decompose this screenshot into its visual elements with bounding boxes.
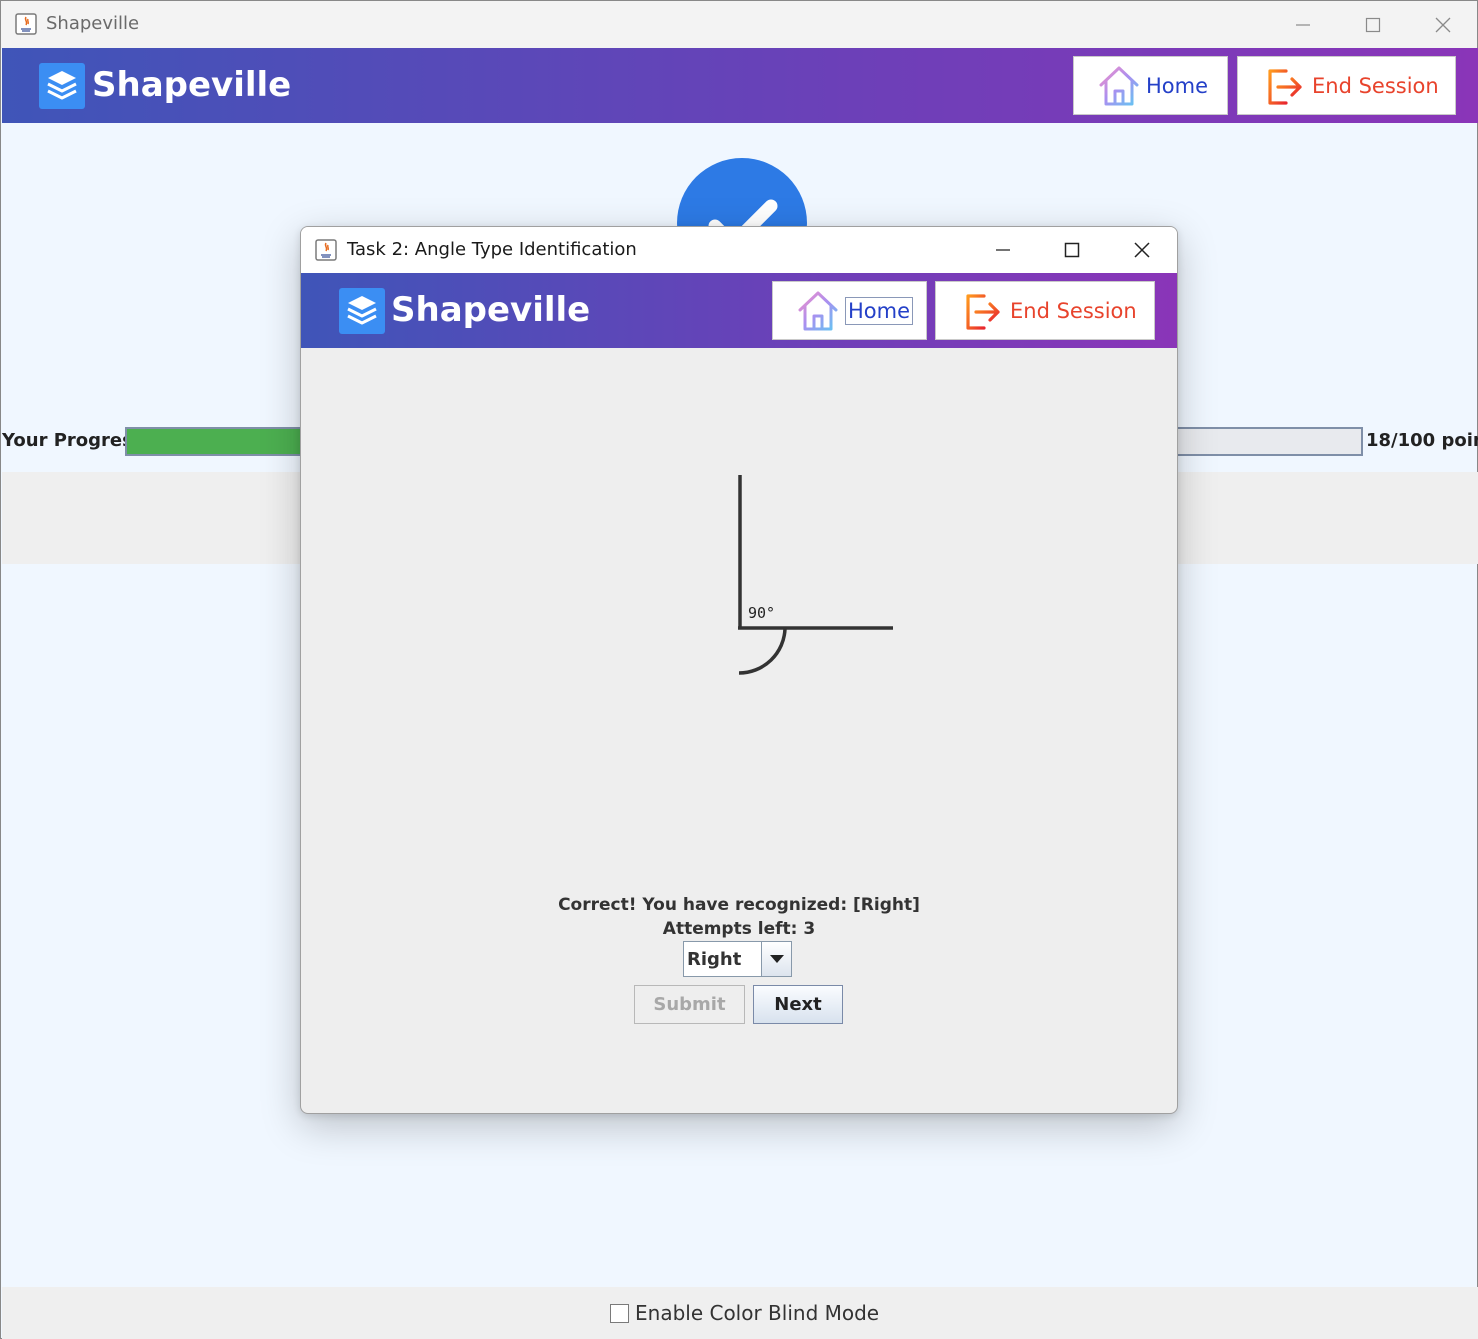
minimize-icon xyxy=(1296,23,1310,26)
next-button[interactable]: Next xyxy=(753,985,843,1024)
minimize-button[interactable] xyxy=(1268,1,1338,48)
color-blind-label[interactable]: Enable Color Blind Mode xyxy=(635,1301,879,1325)
stack-layers-icon xyxy=(39,63,85,109)
dialog-end-session-label: End Session xyxy=(1010,298,1137,323)
dialog-brand-title: Shapeville xyxy=(391,290,591,330)
angle-label: 90° xyxy=(748,604,775,622)
maximize-icon xyxy=(1365,17,1381,32)
java-app-icon xyxy=(15,13,37,35)
home-button[interactable]: Home xyxy=(1073,56,1228,115)
angle-arc xyxy=(738,628,787,675)
java-app-icon xyxy=(315,239,337,261)
points-label: 18/100 points xyxy=(1366,430,1478,451)
submit-button[interactable]: Submit xyxy=(634,985,745,1024)
stack-layers-icon xyxy=(339,288,385,334)
angle-type-selected: Right xyxy=(687,949,742,970)
dialog-home-button[interactable]: Home xyxy=(772,281,927,340)
dialog-home-button-label: Home xyxy=(845,296,914,325)
house-icon xyxy=(1099,66,1139,105)
color-blind-checkbox[interactable] xyxy=(610,1304,629,1323)
dialog-minimize-button[interactable] xyxy=(968,227,1038,273)
brand-title: Shapeville xyxy=(92,65,292,105)
triangle-down-icon[interactable] xyxy=(761,942,791,976)
dialog-titlebar[interactable]: Task 2: Angle Type Identification xyxy=(301,227,1177,273)
logout-arrow-icon xyxy=(966,293,1000,330)
logout-arrow-icon xyxy=(1268,68,1302,105)
close-button[interactable] xyxy=(1408,1,1478,48)
minimize-icon xyxy=(996,249,1010,251)
house-icon xyxy=(798,291,838,330)
main-titlebar[interactable]: Shapeville xyxy=(1,1,1477,48)
maximize-button[interactable] xyxy=(1338,1,1408,48)
main-window-title: Shapeville xyxy=(46,13,140,34)
progress-label: Your Progress xyxy=(2,430,144,451)
dialog-close-button[interactable] xyxy=(1107,227,1177,273)
feedback-message: Correct! You have recognized: [Right] xyxy=(558,895,920,915)
close-icon xyxy=(1435,17,1451,32)
home-button-label: Home xyxy=(1146,73,1209,98)
close-icon xyxy=(1134,242,1150,258)
end-session-button-label: End Session xyxy=(1312,73,1439,98)
dialog-maximize-button[interactable] xyxy=(1037,227,1107,273)
main-header-banner: Shapeville Home End Session xyxy=(2,48,1478,123)
angle-type-select[interactable]: Right xyxy=(683,941,792,977)
dialog-title: Task 2: Angle Type Identification xyxy=(347,239,637,260)
maximize-icon xyxy=(1064,242,1080,258)
dialog-header-banner: Shapeville Home End Session xyxy=(301,273,1177,348)
end-session-button[interactable]: End Session xyxy=(1237,56,1456,115)
attempts-left: Attempts left: 3 xyxy=(662,919,816,939)
angle-diagram: 90° xyxy=(738,475,893,675)
dialog-end-session-button[interactable]: End Session xyxy=(935,281,1155,340)
task-dialog: Task 2: Angle Type Identification Shapev… xyxy=(300,226,1178,1114)
